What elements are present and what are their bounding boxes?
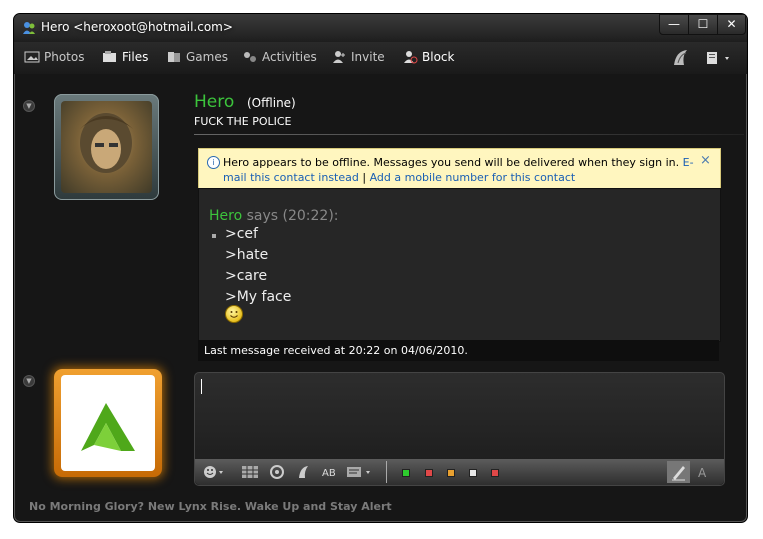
chat-window: Hero <heroxoot@hotmail.com> — ☐ ✕ Photos… xyxy=(13,13,748,523)
message-bullet xyxy=(212,234,216,238)
voice-clip-icon xyxy=(270,465,284,479)
menu-dropdown-icon[interactable] xyxy=(706,51,732,65)
minimize-button[interactable]: — xyxy=(659,14,689,35)
last-message-status: Last message received at 20:22 on 04/06/… xyxy=(198,340,719,361)
smiley-emoticon-icon xyxy=(225,305,243,323)
games-button[interactable]: Games xyxy=(166,50,228,64)
notice-text-block: Hero appears to be offline. Messages you… xyxy=(223,155,698,185)
photos-icon xyxy=(24,51,40,63)
formatting-toolbar: AB A xyxy=(195,459,724,485)
files-button[interactable]: Files xyxy=(102,50,148,64)
title-bar[interactable]: Hero <heroxoot@hotmail.com> — ☐ ✕ xyxy=(14,14,747,42)
message-line: >cef xyxy=(225,226,258,242)
format-more-button[interactable] xyxy=(345,464,375,480)
pen-icon xyxy=(672,466,685,481)
files-icon xyxy=(103,51,116,62)
contact-status: (Offline) xyxy=(247,96,296,110)
svg-text:A: A xyxy=(698,466,707,480)
own-pic-expander[interactable]: ▼ xyxy=(23,375,35,387)
maximize-button[interactable]: ☐ xyxy=(688,14,718,35)
block-label: Block xyxy=(422,50,455,64)
block-button[interactable]: Block xyxy=(402,50,454,64)
message-line: >My face xyxy=(225,289,292,305)
notice-text: Hero appears to be offline. Messages you… xyxy=(223,156,680,169)
text-mode-button[interactable]: A xyxy=(696,464,712,480)
message-line: >hate xyxy=(225,247,269,263)
activities-button[interactable]: Activities xyxy=(242,50,317,64)
font-icon: AB xyxy=(322,468,336,479)
messenger-icon xyxy=(23,22,35,34)
text-mode-icon: A xyxy=(698,466,707,480)
invite-button[interactable]: Invite xyxy=(331,50,385,64)
own-picture-image xyxy=(61,375,155,471)
nudge-icon xyxy=(299,466,308,478)
font-button[interactable]: AB xyxy=(321,464,339,480)
background-button[interactable] xyxy=(241,464,259,480)
handwriting-button[interactable] xyxy=(667,461,690,483)
activities-label: Activities xyxy=(262,50,317,64)
message-timestamp: says (20:22): xyxy=(246,208,339,224)
toolbar-separator xyxy=(386,461,387,483)
close-button[interactable]: ✕ xyxy=(717,14,746,35)
toolbar: Photos Files Games Activities Invite Blo… xyxy=(14,42,747,74)
games-icon xyxy=(168,52,180,62)
contact-display-picture[interactable] xyxy=(54,94,159,200)
background-grid-icon xyxy=(242,466,258,478)
color-swatch-white[interactable] xyxy=(469,469,477,477)
files-label: Files xyxy=(122,50,149,64)
photos-label: Photos xyxy=(44,50,85,64)
winks-icon[interactable] xyxy=(670,47,692,69)
own-display-picture[interactable] xyxy=(54,369,162,477)
message-input[interactable]: AB A xyxy=(194,372,725,486)
nudge-button[interactable] xyxy=(295,464,311,480)
color-swatch-orange[interactable] xyxy=(447,469,455,477)
ad-banner-text[interactable]: No Morning Glory? New Lynx Rise. Wake Up… xyxy=(29,500,392,513)
svg-text:AB: AB xyxy=(322,468,336,479)
add-mobile-link[interactable]: Add a mobile number for this contact xyxy=(370,171,576,184)
close-notice-icon[interactable]: × xyxy=(700,153,711,168)
format-dropdown-icon xyxy=(347,467,370,477)
message-line: >care xyxy=(225,268,268,284)
games-label: Games xyxy=(186,50,228,64)
notice-separator: | xyxy=(362,171,367,184)
text-caret xyxy=(201,379,202,394)
contact-name: Hero xyxy=(194,92,235,112)
message-header: Hero says (20:22): xyxy=(209,208,339,224)
emoticon-menu-icon xyxy=(204,466,223,478)
green-tent-logo-icon xyxy=(81,403,135,451)
photos-button[interactable]: Photos xyxy=(24,50,84,64)
emoticon-button[interactable] xyxy=(203,464,225,480)
contact-personal-message: FUCK THE POLICE xyxy=(194,115,292,128)
offline-notice: i Hero appears to be offline. Messages y… xyxy=(198,148,721,190)
conversation-history[interactable]: Hero says (20:22): >cef >hate >care >My … xyxy=(198,188,721,342)
color-swatch-red[interactable] xyxy=(425,469,433,477)
invite-label: Invite xyxy=(351,50,385,64)
contact-photo xyxy=(61,101,152,193)
sender-name: Hero xyxy=(209,208,243,224)
block-icon xyxy=(404,51,418,64)
voice-clip-button[interactable] xyxy=(269,464,285,480)
contact-pic-expander[interactable]: ▼ xyxy=(23,100,35,112)
header-divider xyxy=(194,134,744,135)
invite-icon xyxy=(333,51,345,63)
color-swatch-clear[interactable] xyxy=(491,469,499,477)
window-title: Hero <heroxoot@hotmail.com> xyxy=(41,20,233,34)
last-message-text: Last message received at 20:22 on 04/06/… xyxy=(204,344,468,357)
color-swatch-green[interactable] xyxy=(402,469,410,477)
info-icon: i xyxy=(207,156,220,169)
activities-icon xyxy=(244,52,256,62)
